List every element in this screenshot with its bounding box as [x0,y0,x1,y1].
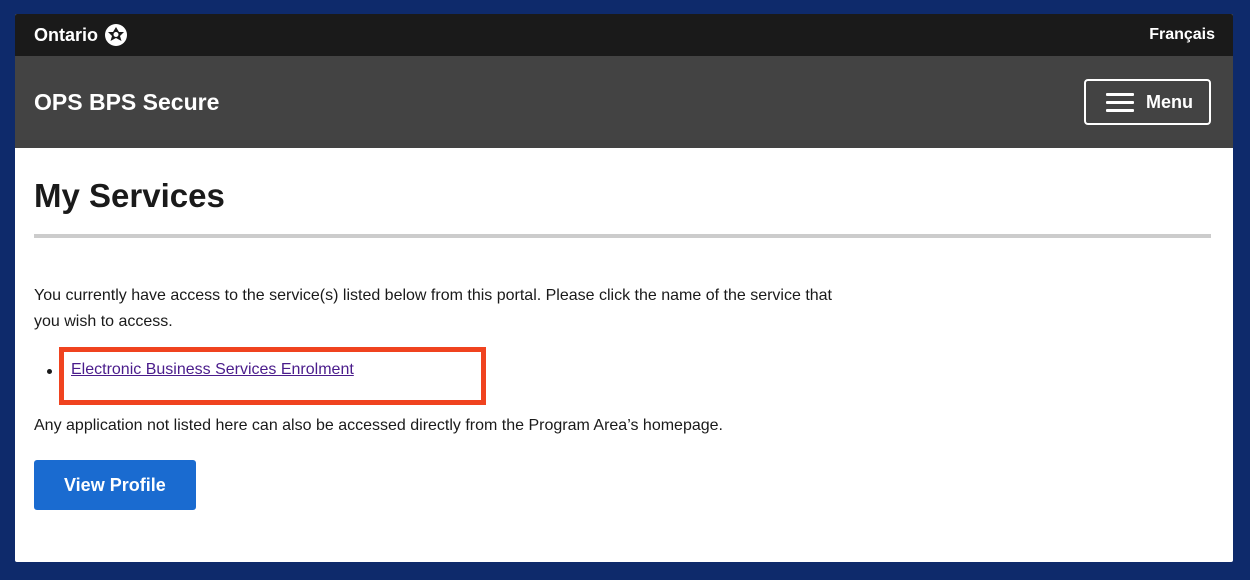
service-link-ebs-enrolment[interactable]: Electronic Business Services Enrolment [71,361,354,379]
browser-frame: Ontario Français OPS BPS Secure Menu My … [15,14,1233,562]
site-header: OPS BPS Secure Menu [15,56,1233,148]
bullet-marker [47,369,52,375]
brand-text: Ontario [34,24,99,45]
top-bar: Ontario Français [15,14,1233,56]
view-profile-button[interactable]: View Profile [34,460,196,511]
main-content: My Services You currently have access to… [15,177,1233,511]
services-list: Electronic Business Services Enrolment [34,347,1211,406]
ontario-logo[interactable]: Ontario [34,23,128,47]
app-title: OPS BPS Secure [34,88,220,115]
language-toggle-link[interactable]: Français [1149,26,1215,44]
list-item: Electronic Business Services Enrolment [47,361,354,379]
hamburger-icon [1106,88,1134,117]
ontario-trillium-icon [104,23,128,47]
title-divider [34,234,1211,239]
menu-label: Menu [1146,91,1193,112]
page-title: My Services [34,177,225,214]
intro-text: You currently have access to the service… [34,287,832,331]
access-note: Any application not listed here can also… [34,417,723,435]
menu-button[interactable]: Menu [1084,79,1211,125]
